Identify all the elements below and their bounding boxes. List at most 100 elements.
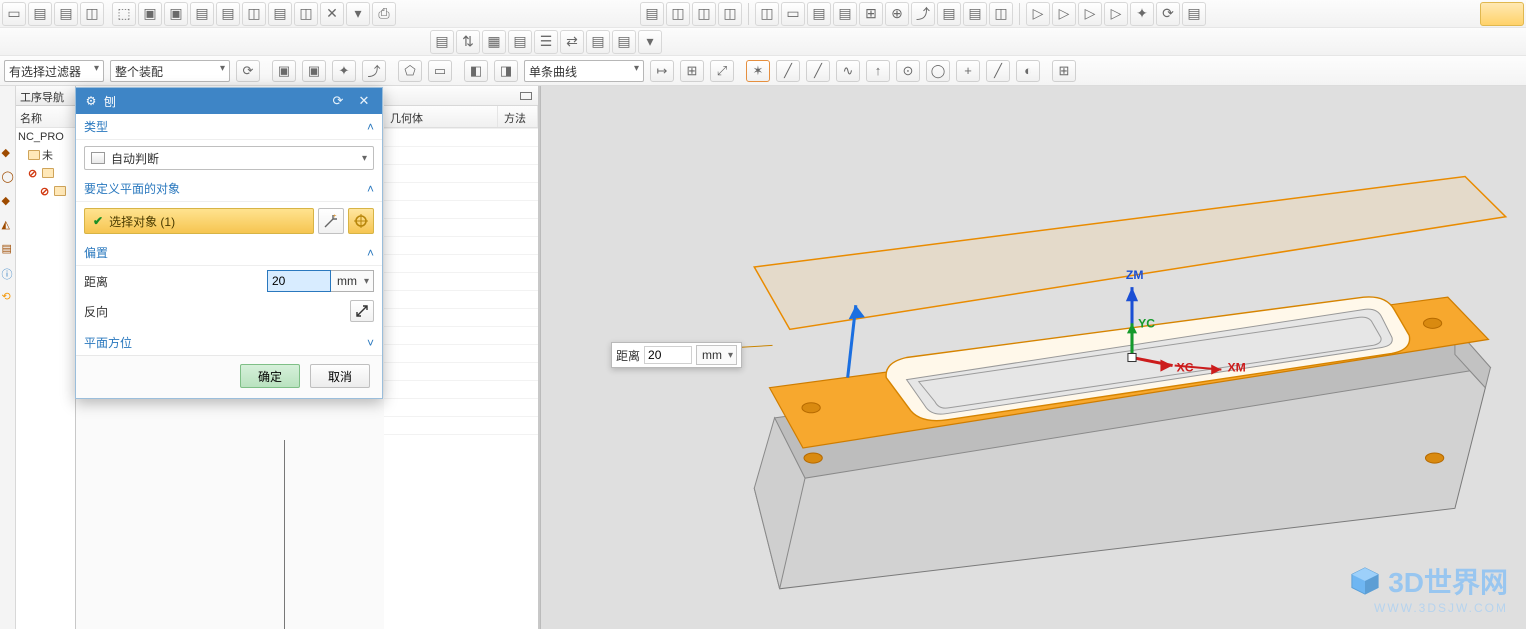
filter-button[interactable]: ⊞: [1052, 60, 1076, 82]
rail-icon[interactable]: ◭: [2, 218, 14, 230]
toolbar-button[interactable]: ✕: [320, 2, 344, 26]
type-select[interactable]: 自动判断: [84, 146, 374, 170]
filter-button[interactable]: ⊞: [680, 60, 704, 82]
toolbar-button[interactable]: ▷: [1104, 2, 1128, 26]
rail-icon[interactable]: ▤: [2, 242, 14, 254]
dialog-close-icon[interactable]: ✕: [354, 92, 374, 110]
toolbar-button[interactable]: ◫: [989, 2, 1013, 26]
toolbar-button[interactable]: ▭: [781, 2, 805, 26]
toolbar-button[interactable]: ☰: [534, 30, 558, 54]
mid-nav-col-method[interactable]: 方法: [498, 106, 538, 127]
snap-near-button[interactable]: ◐: [1016, 60, 1040, 82]
rail-icon[interactable]: ⓘ: [2, 266, 14, 278]
tree-root[interactable]: NC_PRO: [16, 128, 75, 146]
filter-button[interactable]: ↦: [650, 60, 674, 82]
toolbar-button[interactable]: ◫: [242, 2, 266, 26]
toolbar-button[interactable]: ▾: [346, 2, 370, 26]
toolbar-button[interactable]: ▤: [963, 2, 987, 26]
section-type-header[interactable]: 类型 ˄: [76, 114, 382, 140]
curve-select[interactable]: 单条曲线: [524, 60, 644, 82]
toolbar-button[interactable]: ▤: [1182, 2, 1206, 26]
mid-nav-col-geom[interactable]: 几何体: [384, 106, 498, 127]
toolbar-button[interactable]: ◫: [294, 2, 318, 26]
toolbar-button[interactable]: ▤: [190, 2, 214, 26]
filter-button[interactable]: ⟳: [236, 60, 260, 82]
section-object-header[interactable]: 要定义平面的对象 ˄: [76, 176, 382, 202]
toolbar-button[interactable]: ▦: [482, 30, 506, 54]
toolbar-button[interactable]: ▤: [430, 30, 454, 54]
toolbar-button[interactable]: ▾: [638, 30, 662, 54]
toolbar-button[interactable]: ⇄: [560, 30, 584, 54]
tree-row[interactable]: 未: [16, 146, 75, 164]
toolbar-button[interactable]: ◫: [755, 2, 779, 26]
filter-button[interactable]: ▣: [272, 60, 296, 82]
toolbar-button[interactable]: ◫: [80, 2, 104, 26]
filter-button[interactable]: ⬠: [398, 60, 422, 82]
snap-intersection-button[interactable]: +: [956, 60, 980, 82]
toolbar-button[interactable]: ✦: [1130, 2, 1154, 26]
selection-filter-select[interactable]: 有选择过滤器: [4, 60, 104, 82]
rail-icon[interactable]: ◆: [2, 146, 14, 158]
cancel-button[interactable]: 取消: [310, 364, 370, 388]
toolbar-button[interactable]: ⊕: [885, 2, 909, 26]
snap-center-button[interactable]: ⊙: [896, 60, 920, 82]
filter-button[interactable]: ⤴: [362, 60, 386, 82]
snap-cursor-button[interactable]: +: [318, 208, 344, 234]
toolbar-button[interactable]: ▤: [268, 2, 292, 26]
snap-tangent-button[interactable]: ∿: [836, 60, 860, 82]
toolbar-button[interactable]: ⬚: [112, 2, 136, 26]
toolbar-button[interactable]: ▤: [586, 30, 610, 54]
dialog-refresh-icon[interactable]: ⟳: [328, 92, 348, 110]
toolbar-button[interactable]: ⤴: [911, 2, 935, 26]
toolbar-button[interactable]: ▣: [164, 2, 188, 26]
rail-icon[interactable]: ◆: [2, 194, 14, 206]
toolbar-button[interactable]: ▷: [1078, 2, 1102, 26]
toolbar-button[interactable]: ▤: [937, 2, 961, 26]
restore-icon[interactable]: [520, 92, 532, 100]
snap-endpoint-button[interactable]: ╱: [776, 60, 800, 82]
dialog-titlebar[interactable]: ⚙ 刨 ⟳ ✕: [76, 88, 382, 114]
filter-button[interactable]: ◨: [494, 60, 518, 82]
toolbar-button[interactable]: ▤: [508, 30, 532, 54]
tree-row[interactable]: ⊘: [16, 164, 75, 182]
snap-quadrant-button[interactable]: ◯: [926, 60, 950, 82]
select-object-button[interactable]: ✔ 选择对象 (1): [84, 208, 314, 234]
toolbar-button[interactable]: ▭: [2, 2, 26, 26]
ok-button[interactable]: 确定: [240, 364, 300, 388]
filter-button[interactable]: ▭: [428, 60, 452, 82]
toolbar-button[interactable]: ▤: [833, 2, 857, 26]
distance-input[interactable]: [267, 270, 331, 292]
filter-button[interactable]: ⤢: [710, 60, 734, 82]
assembly-select[interactable]: 整个装配: [110, 60, 230, 82]
vp-distance-field[interactable]: [644, 346, 692, 364]
pick-target-button[interactable]: [348, 208, 374, 234]
rail-icon[interactable]: ⟲: [2, 290, 14, 302]
filter-button[interactable]: ▣: [302, 60, 326, 82]
snap-button[interactable]: ✶: [746, 60, 770, 82]
viewport[interactable]: ZM YC XC XM 距离 mm: [540, 86, 1526, 629]
toolbar-button[interactable]: ▤: [54, 2, 78, 26]
toolbar-button[interactable]: ▤: [807, 2, 831, 26]
filter-button[interactable]: ◧: [464, 60, 488, 82]
rail-icon[interactable]: ◯: [2, 170, 14, 182]
toolbar-button[interactable]: ◫: [692, 2, 716, 26]
viewport-distance-input[interactable]: 距离 mm: [611, 342, 742, 368]
section-orient-header[interactable]: 平面方位 ˅: [76, 330, 382, 355]
toolbar-button[interactable]: ⟳: [1156, 2, 1180, 26]
toolbar-button[interactable]: ▤: [612, 30, 636, 54]
toolbar-button[interactable]: ◫: [718, 2, 742, 26]
section-offset-header[interactable]: 偏置 ˄: [76, 240, 382, 266]
toolbar-button[interactable]: ▤: [28, 2, 52, 26]
toolbar-button[interactable]: ▤: [640, 2, 664, 26]
reverse-direction-button[interactable]: [350, 300, 374, 322]
toolbar-button[interactable]: ▤: [216, 2, 240, 26]
toolbar-button[interactable]: ▷: [1026, 2, 1050, 26]
snap-perpendicular-button[interactable]: ↑: [866, 60, 890, 82]
vp-distance-unit[interactable]: mm: [696, 345, 737, 365]
filter-button[interactable]: ✦: [332, 60, 356, 82]
toolbar-button[interactable]: ◫: [666, 2, 690, 26]
tree-row[interactable]: ⊘: [16, 182, 75, 200]
toolbar-button[interactable]: ⎙: [372, 2, 396, 26]
distance-unit-select[interactable]: mm: [331, 270, 374, 292]
toolbar-button[interactable]: ⊞: [859, 2, 883, 26]
